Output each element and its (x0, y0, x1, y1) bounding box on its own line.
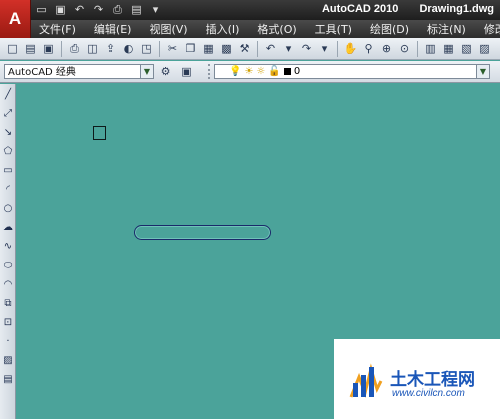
copy-icon[interactable]: ❐ (182, 40, 199, 57)
pan-icon[interactable]: ✋ (342, 40, 359, 57)
workspace-customize-icon[interactable]: ▣ (178, 63, 195, 80)
print-icon[interactable]: ⎙ (66, 40, 83, 57)
watermark: 土木工程网 www.civilcn.com (334, 339, 500, 419)
zoom-window-icon[interactable]: ⊕ (378, 40, 395, 57)
watermark-title: 土木工程网 (390, 370, 475, 389)
paste-icon[interactable]: ▦ (200, 40, 217, 57)
menu-bar: 文件(F) 编辑(E) 视图(V) 插入(I) 格式(O) 工具(T) 绘图(D… (30, 20, 500, 38)
ellipse-arc-icon[interactable]: ◠ (1, 277, 15, 292)
standard-toolbar: □ ▤ ▣ ⎙ ◫ ⇪ ◐ ◳ ✂ ❐ ▦ ▩ ⚒ ↶ ▾ ↷ ▾ ✋ ⚲ ⊕ … (0, 38, 500, 60)
watermark-url: www.civilcn.com (392, 388, 465, 399)
undo-dropdown-icon[interactable]: ▾ (280, 40, 297, 57)
spline-icon[interactable]: ∿ (1, 239, 15, 254)
window-title: AutoCAD 2010 Drawing1.dwg (304, 3, 494, 15)
menu-insert[interactable]: 插入(I) (197, 21, 249, 37)
hatch-icon[interactable]: ▨ (1, 353, 15, 368)
toolbar-separator (337, 40, 338, 57)
revision-cloud-icon[interactable]: ☁ (1, 220, 15, 235)
draw-toolbar: ╱ ⤢ ↘ ⬠ ▭ ◜ ○ ☁ ∿ ⬭ ◠ ⧉ ⊡ · ▨ ▤ (0, 84, 16, 419)
undo-icon[interactable]: ↶ (262, 40, 279, 57)
layer-vp-freeze-icon: ☼ (256, 66, 266, 77)
zoom-realtime-icon[interactable]: ⚲ (360, 40, 377, 57)
save-icon[interactable]: ▣ (40, 40, 57, 57)
menu-view[interactable]: 视图(V) (140, 21, 196, 37)
redo-icon[interactable]: ↷ (298, 40, 315, 57)
menu-draw[interactable]: 绘图(D) (361, 21, 418, 37)
design-center-icon[interactable]: ▦ (440, 40, 457, 57)
sheet-set-icon[interactable]: ▨ (476, 40, 493, 57)
zoom-previous-icon[interactable]: ⊙ (396, 40, 413, 57)
layer-freeze-icon: ☀ (244, 66, 254, 77)
print-icon[interactable]: ⎙ (110, 2, 125, 17)
toolbar-separator (61, 40, 62, 57)
layer-color-swatch (283, 68, 291, 75)
polyline-icon[interactable]: ↘ (1, 125, 15, 140)
menu-file[interactable]: 文件(F) (30, 21, 85, 37)
save-icon[interactable]: ▣ (53, 2, 68, 17)
quick-access-toolbar: ▭ ▣ ↶ ↷ ⎙ ▤ ▾ (34, 2, 163, 17)
toolbar-separator (417, 40, 418, 57)
cut-icon[interactable]: ✂ (164, 40, 181, 57)
menu-edit[interactable]: 编辑(E) (85, 21, 141, 37)
chevron-down-icon[interactable]: ▼ (476, 65, 489, 78)
chevron-down-icon[interactable]: ▼ (140, 65, 153, 78)
print-preview-icon[interactable]: ◫ (84, 40, 101, 57)
etransmit-icon[interactable]: ◳ (138, 40, 155, 57)
workspace-value: AutoCAD 经典 (8, 67, 76, 78)
dropdown-icon[interactable]: ▾ (148, 2, 163, 17)
menu-modify[interactable]: 修改(M) (475, 21, 500, 37)
open-icon[interactable]: ▤ (129, 2, 144, 17)
menu-dimension[interactable]: 标注(N) (418, 21, 475, 37)
title-bar: ▭ ▣ ↶ ↷ ⎙ ▤ ▾ AutoCAD 2010 Drawing1.dwg (0, 0, 500, 20)
circle-icon[interactable]: ○ (1, 201, 15, 216)
make-block-icon[interactable]: ⊡ (1, 315, 15, 330)
gradient-icon[interactable]: ▤ (1, 372, 15, 387)
workspace-select[interactable]: AutoCAD 经典 ▼ (4, 64, 154, 79)
square-shape[interactable] (93, 126, 106, 140)
toolbar-separator (159, 40, 160, 57)
line-icon[interactable]: ╱ (1, 87, 15, 102)
match-properties-icon[interactable]: ▩ (218, 40, 235, 57)
tool-palettes-icon[interactable]: ▧ (458, 40, 475, 57)
slot-shape[interactable] (134, 225, 271, 240)
properties-icon[interactable]: ▥ (422, 40, 439, 57)
publish-icon[interactable]: ⇪ (102, 40, 119, 57)
ellipse-icon[interactable]: ⬭ (1, 258, 15, 273)
arc-icon[interactable]: ◜ (1, 182, 15, 197)
construction-line-icon[interactable]: ⤢ (1, 106, 15, 121)
document-name: Drawing1.dwg (419, 3, 494, 15)
autocad-logo-icon: A (8, 9, 22, 28)
insert-block-icon[interactable]: ⧉ (1, 296, 15, 311)
3d-dwf-icon[interactable]: ◐ (120, 40, 137, 57)
layer-value: 0 (293, 66, 301, 77)
new-icon[interactable]: □ (4, 40, 21, 57)
menu-tools[interactable]: 工具(T) (306, 21, 361, 37)
undo-icon[interactable]: ↶ (72, 2, 87, 17)
menu-format[interactable]: 格式(O) (248, 21, 305, 37)
workspace-settings-icon[interactable]: ⚙ (157, 63, 174, 80)
layer-select[interactable]: 💡 ☀ ☼ 🔓 0 ▼ (214, 64, 490, 79)
point-icon[interactable]: · (1, 334, 15, 349)
polygon-icon[interactable]: ⬠ (1, 144, 15, 159)
civilcn-logo-icon (349, 363, 383, 399)
open-icon[interactable]: ▤ (22, 40, 39, 57)
layer-on-icon: 💡 (229, 66, 242, 77)
workspace-layers-toolbar: AutoCAD 经典 ▼ ⚙ ▣ 💡 ☀ ☼ 🔓 0 ▼ (0, 61, 500, 83)
layer-lock-icon: 🔓 (268, 66, 281, 77)
new-icon[interactable]: ▭ (34, 2, 49, 17)
toolbar-separator (257, 40, 258, 57)
redo-dropdown-icon[interactable]: ▾ (316, 40, 333, 57)
application-menu-button[interactable]: A (0, 0, 31, 38)
redo-icon[interactable]: ↷ (91, 2, 106, 17)
rectangle-icon[interactable]: ▭ (1, 163, 15, 178)
app-name: AutoCAD 2010 (321, 3, 399, 15)
block-editor-icon[interactable]: ⚒ (236, 40, 253, 57)
